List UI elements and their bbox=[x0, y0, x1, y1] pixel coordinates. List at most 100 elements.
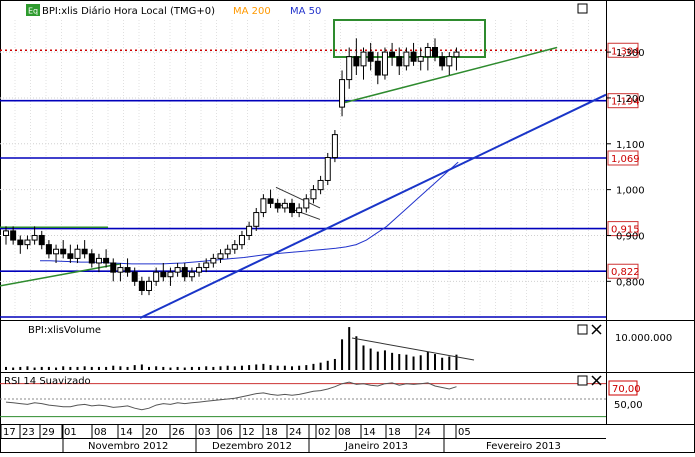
candle-body bbox=[289, 202, 295, 214]
candle-body bbox=[117, 267, 124, 273]
candle-body bbox=[396, 56, 403, 67]
candle-body bbox=[74, 248, 81, 259]
candle-body bbox=[24, 239, 31, 246]
date-label: 24 bbox=[289, 427, 302, 438]
candle-body bbox=[253, 212, 260, 227]
candle-body bbox=[331, 134, 338, 159]
candle-body bbox=[339, 79, 346, 108]
candle-body bbox=[31, 234, 38, 241]
date-label: 02 bbox=[318, 427, 331, 438]
candle-body bbox=[81, 248, 88, 255]
price-tick-label: 1,100 bbox=[616, 140, 645, 151]
candle-body bbox=[317, 179, 324, 191]
candle-body bbox=[153, 271, 160, 282]
ma200-legend[interactable]: MA 200 bbox=[233, 6, 271, 17]
date-label: 20 bbox=[145, 427, 158, 438]
date-label: 17 bbox=[3, 427, 16, 438]
candle-body bbox=[303, 198, 310, 209]
candle-body bbox=[167, 271, 174, 278]
candle-body bbox=[203, 262, 210, 269]
candle-body bbox=[446, 56, 453, 67]
rsi-level-label: 70,00 bbox=[612, 384, 641, 395]
volume-restore-button[interactable] bbox=[577, 324, 588, 335]
month-label: Fevereiro 2013 bbox=[486, 441, 561, 452]
candle-body bbox=[103, 257, 110, 264]
candle-body bbox=[67, 253, 74, 259]
symbol-badge-text: Eq bbox=[28, 7, 38, 16]
rsi-mid-label: 50,00 bbox=[614, 400, 643, 411]
date-label: 01 bbox=[64, 427, 77, 438]
candle-body bbox=[88, 253, 95, 264]
candle-body bbox=[238, 234, 245, 246]
date-label: 26 bbox=[172, 427, 185, 438]
candle-body bbox=[353, 56, 360, 67]
candle-body bbox=[95, 257, 102, 264]
candle-body bbox=[274, 202, 281, 209]
candle-body bbox=[389, 51, 396, 58]
candle bbox=[381, 47, 388, 80]
price-tick-label: 1,200 bbox=[616, 94, 645, 105]
volume-axis-label: 10.000.000 bbox=[615, 333, 672, 344]
candle-body bbox=[196, 267, 203, 273]
price-tick-label: 0,900 bbox=[616, 231, 645, 242]
candle-body bbox=[453, 51, 460, 58]
candle-body bbox=[417, 56, 424, 62]
candle-body bbox=[3, 230, 9, 236]
candle-body bbox=[131, 271, 138, 282]
candle-body bbox=[267, 198, 274, 204]
month-label: Janeiro 2013 bbox=[344, 441, 408, 452]
candle-body bbox=[439, 56, 446, 67]
candle bbox=[324, 152, 331, 186]
candle-body bbox=[17, 239, 24, 246]
candle-body bbox=[110, 262, 117, 273]
candle bbox=[331, 130, 338, 163]
candle-body bbox=[296, 207, 303, 214]
candle-body bbox=[374, 60, 381, 76]
candle-body bbox=[410, 51, 417, 62]
candle-body bbox=[246, 225, 253, 236]
chart-canvas: 1,3041,1941,0690,9150,822 1,3001,2001,10… bbox=[0, 0, 695, 453]
candle-body bbox=[188, 271, 195, 278]
candle-body bbox=[174, 267, 181, 273]
candle-body bbox=[10, 230, 17, 241]
candle-body bbox=[367, 51, 374, 62]
candle-body bbox=[224, 248, 231, 255]
date-label: 12 bbox=[242, 427, 255, 438]
candle-body bbox=[424, 47, 431, 58]
candle-body bbox=[217, 253, 224, 259]
main-restore-button[interactable] bbox=[577, 3, 588, 14]
candle-body bbox=[231, 244, 238, 250]
rsi-restore-button[interactable] bbox=[577, 375, 588, 386]
date-label: 06 bbox=[220, 427, 233, 438]
candle-body bbox=[346, 56, 353, 81]
date-label: 18 bbox=[388, 427, 401, 438]
candle-body bbox=[181, 267, 188, 278]
price-tick-label: 1,300 bbox=[616, 48, 645, 59]
candle-body bbox=[432, 47, 438, 58]
rsi-title[interactable]: RSI 14 Suavizado bbox=[4, 376, 91, 387]
candle-body bbox=[53, 248, 60, 255]
volume-title[interactable]: BPI:xlisVolume bbox=[28, 325, 101, 336]
candle-body bbox=[138, 280, 145, 291]
candle-body bbox=[403, 51, 410, 67]
candle-body bbox=[160, 271, 167, 278]
date-label: 03 bbox=[198, 427, 211, 438]
candle-body bbox=[324, 157, 331, 181]
chart-title[interactable]: BPI:xlis Diário Hora Local (TMG+0) bbox=[42, 5, 215, 17]
month-label: Novembro 2012 bbox=[88, 441, 168, 452]
price-tick-label: 1,000 bbox=[616, 186, 645, 197]
date-label: 14 bbox=[120, 427, 133, 438]
candle-body bbox=[124, 267, 131, 273]
price-tick-label: 0,800 bbox=[616, 277, 645, 288]
month-label: Dezembro 2012 bbox=[212, 441, 292, 452]
date-label: 08 bbox=[338, 427, 351, 438]
date-label: 05 bbox=[458, 427, 471, 438]
date-label: 14 bbox=[363, 427, 376, 438]
candle-body bbox=[38, 234, 45, 246]
date-label: 23 bbox=[22, 427, 35, 438]
candle-body bbox=[146, 280, 152, 291]
ma50-legend[interactable]: MA 50 bbox=[290, 6, 321, 17]
candle-body bbox=[381, 51, 388, 76]
date-label: 08 bbox=[94, 427, 107, 438]
candle-body bbox=[281, 202, 288, 209]
